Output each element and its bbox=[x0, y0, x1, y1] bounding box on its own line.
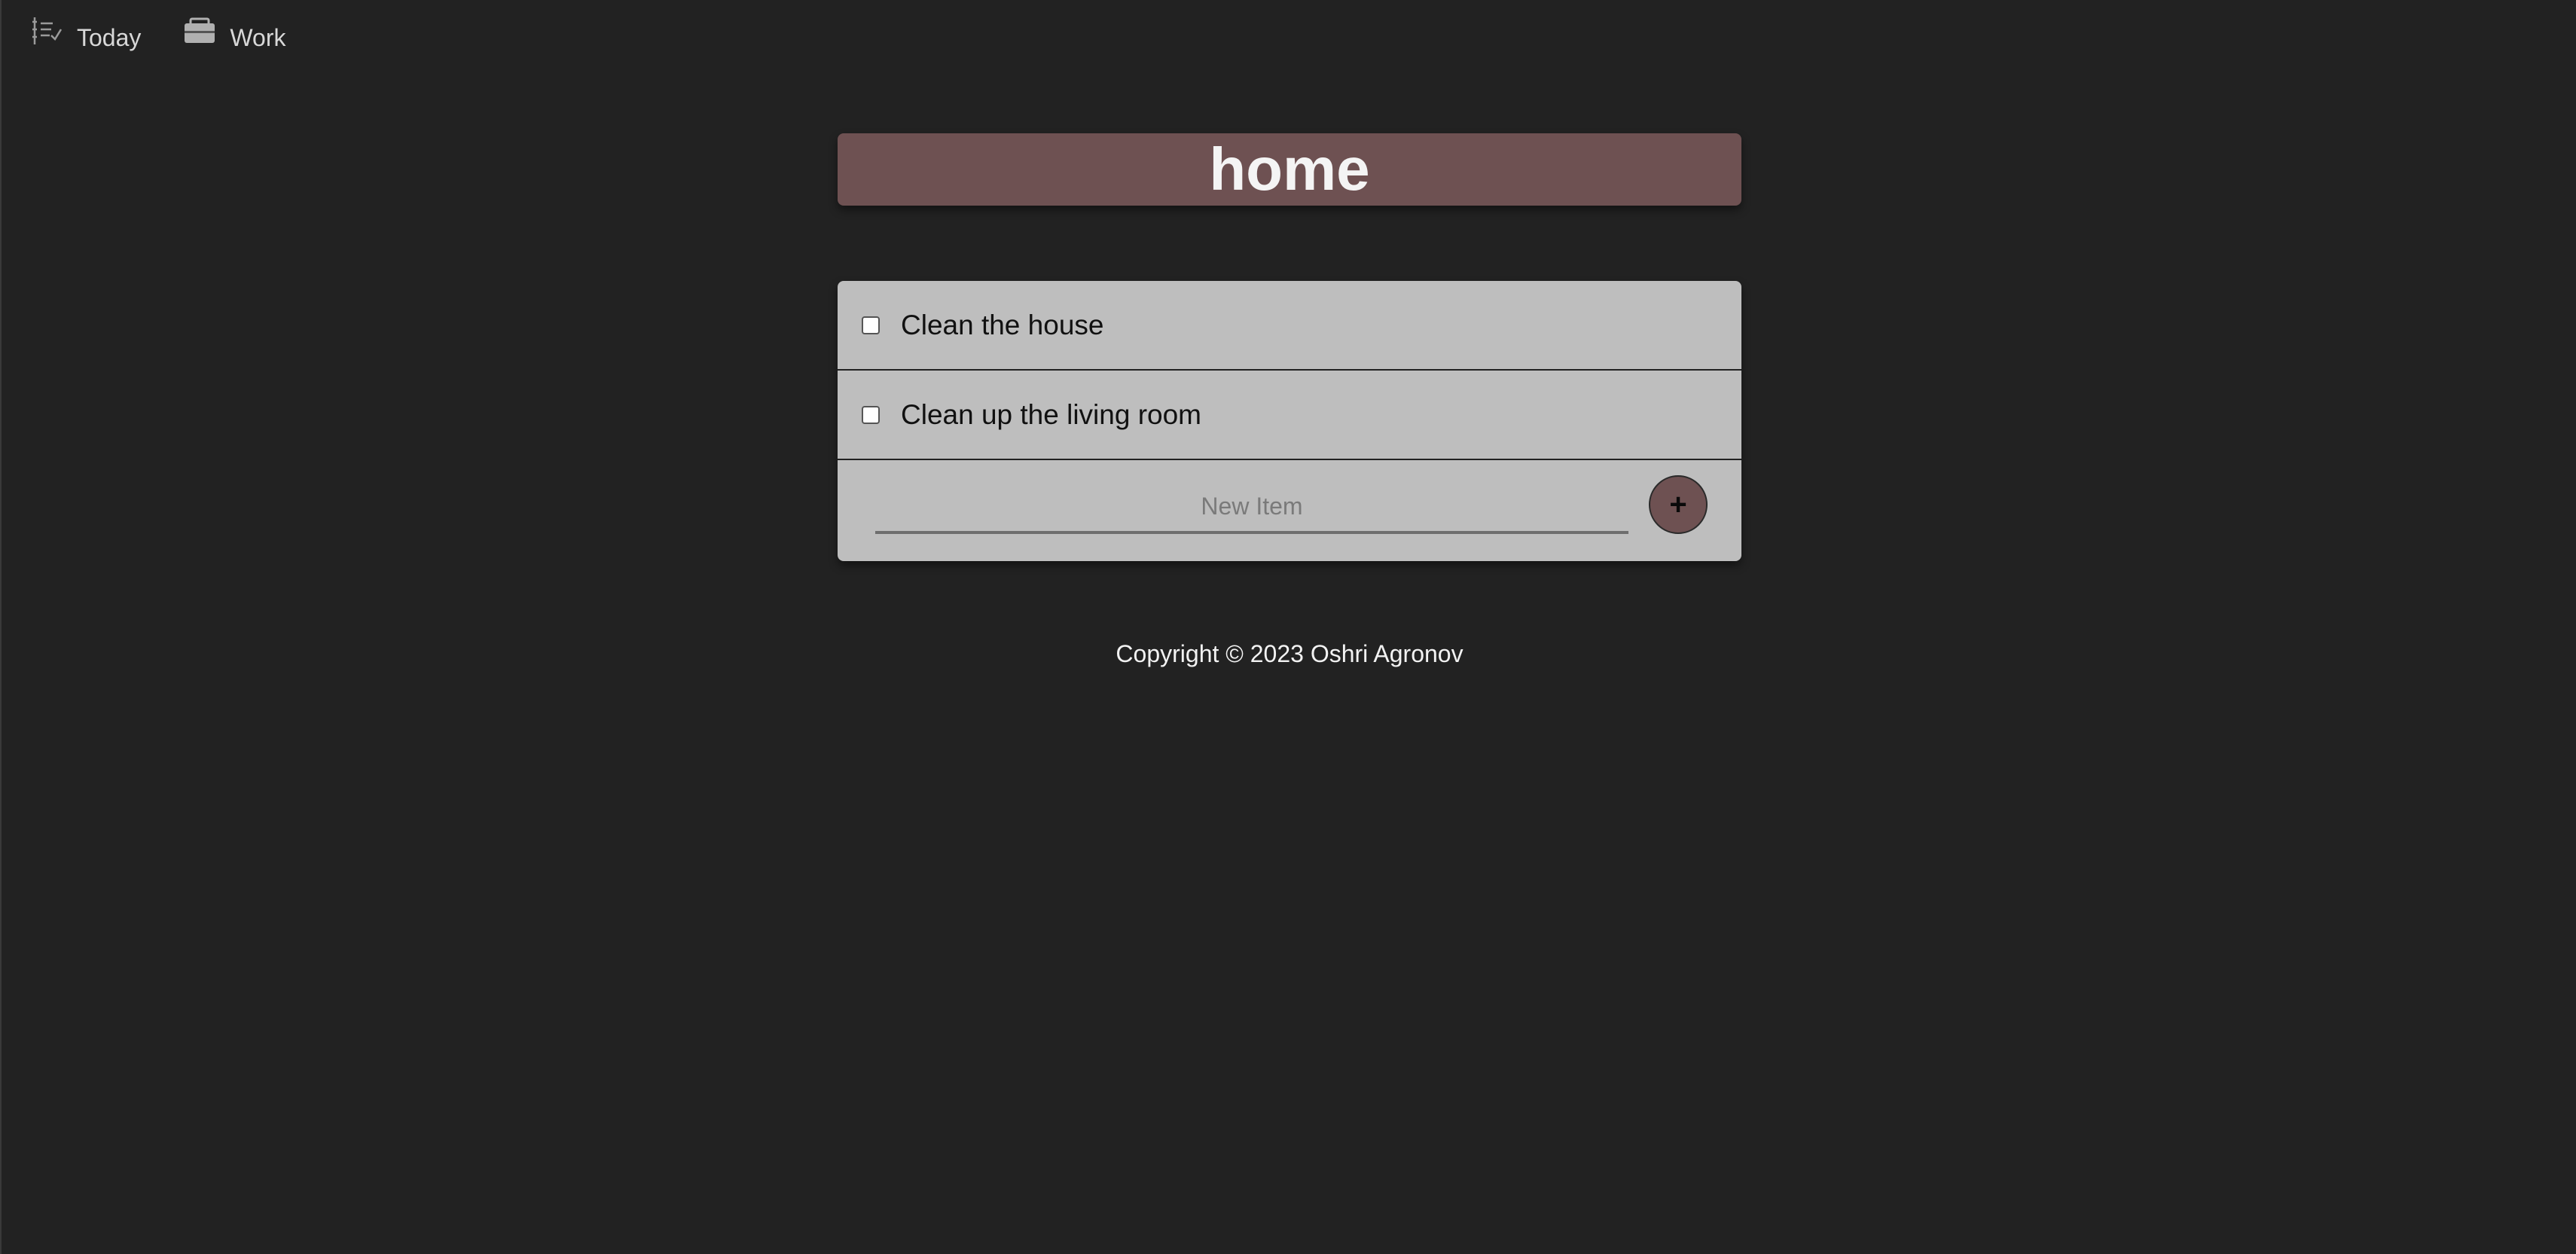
briefcase-icon bbox=[183, 14, 216, 47]
nav-item-work[interactable]: Work bbox=[183, 17, 285, 52]
top-nav: Today Work bbox=[30, 17, 285, 52]
new-item-row: + bbox=[838, 460, 1741, 558]
nav-item-today[interactable]: Today bbox=[30, 17, 141, 52]
nav-item-label: Today bbox=[77, 24, 142, 51]
item-label: Clean up the living room bbox=[901, 398, 1201, 430]
item-label: Clean the house bbox=[901, 309, 1104, 340]
list-item[interactable]: Clean the house bbox=[838, 281, 1741, 371]
footer-copyright: Copyright © 2023 Oshri Agronov bbox=[1116, 640, 1463, 667]
nav-item-label: Work bbox=[230, 24, 286, 51]
list-check-icon bbox=[30, 14, 63, 47]
add-item-button[interactable]: + bbox=[1649, 475, 1708, 534]
item-checkbox[interactable] bbox=[862, 405, 880, 424]
list-title: home bbox=[1209, 136, 1370, 203]
list-item[interactable]: Clean up the living room bbox=[838, 371, 1741, 460]
todo-list: Clean the house Clean up the living room… bbox=[838, 281, 1741, 561]
item-checkbox[interactable] bbox=[862, 316, 880, 334]
list-header: home bbox=[838, 133, 1741, 206]
new-item-input[interactable] bbox=[875, 481, 1628, 534]
page: Today Work home Clean the house Clean up… bbox=[0, 0, 2576, 1254]
